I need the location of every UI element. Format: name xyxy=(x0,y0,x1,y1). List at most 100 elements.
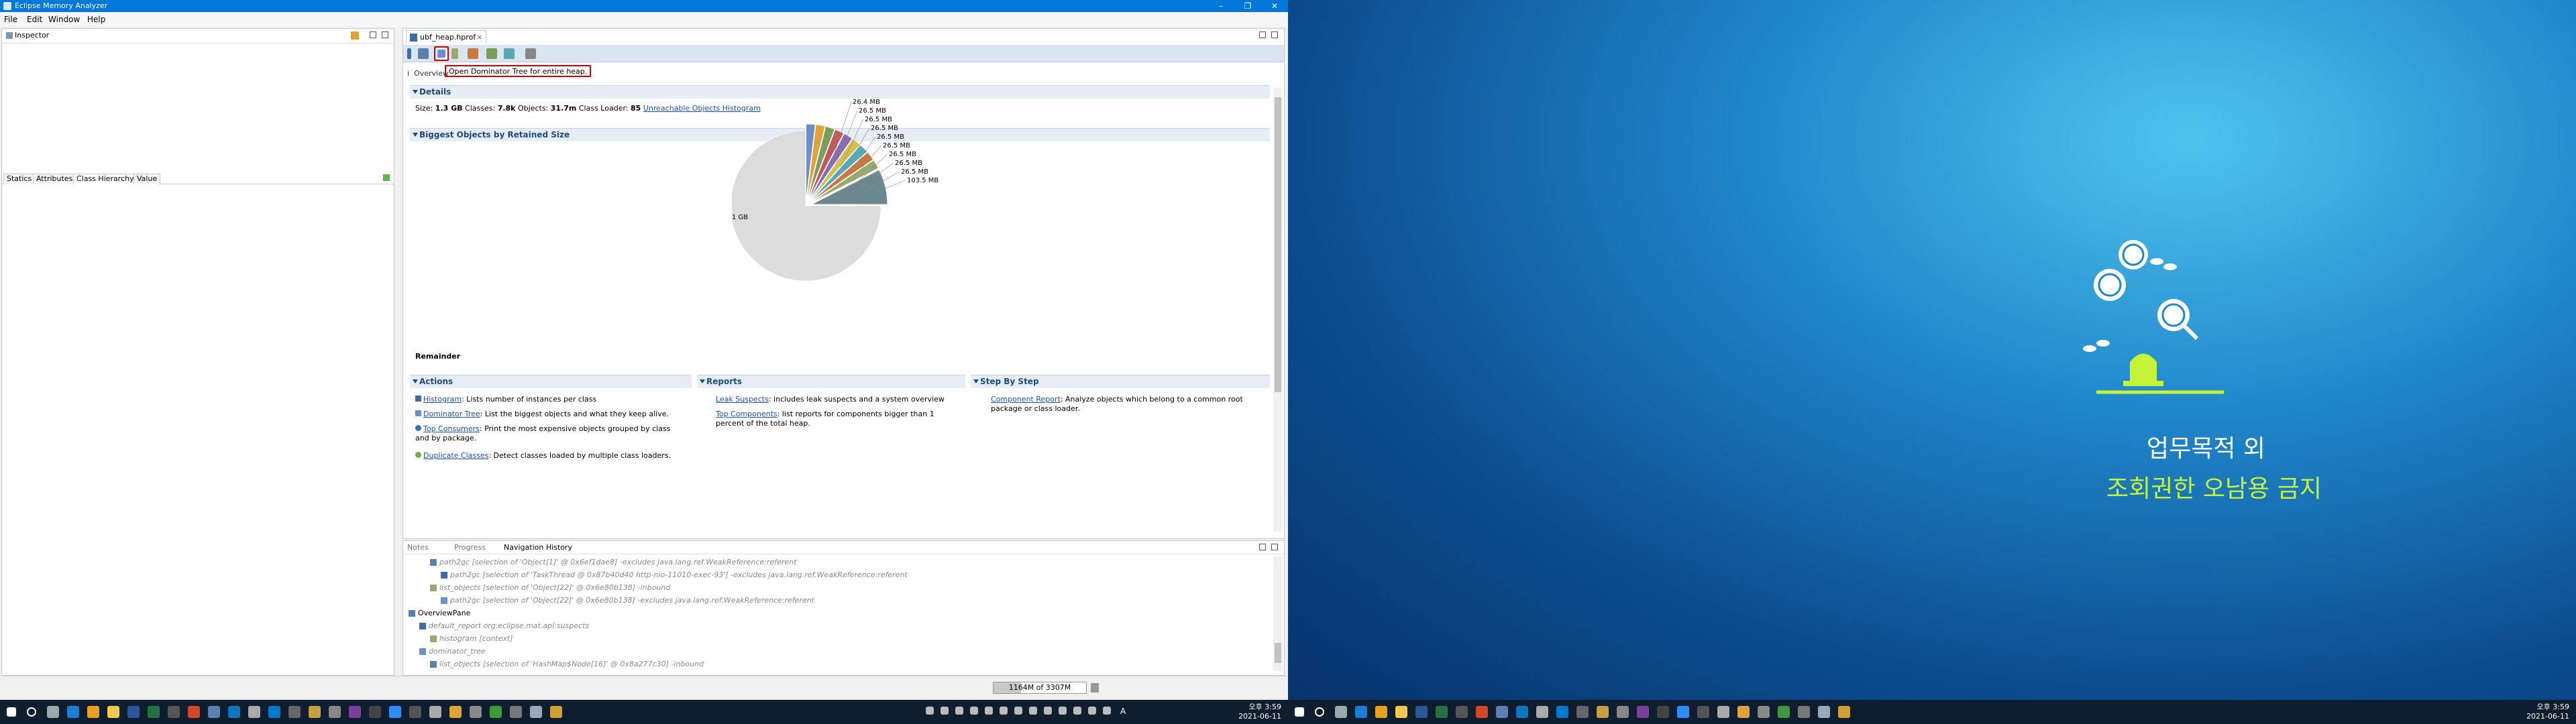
garbage-collect-icon[interactable] xyxy=(1091,683,1099,692)
start-icon[interactable] xyxy=(1295,707,1304,717)
sql-icon[interactable] xyxy=(451,48,458,59)
app-icon[interactable] xyxy=(1737,706,1750,718)
nav-history-item[interactable]: path2gc [selection of 'TaskThread @ 0x87… xyxy=(441,570,908,581)
heap-status[interactable]: 1164M of 3307M xyxy=(993,682,1087,694)
app-icon[interactable] xyxy=(329,706,341,718)
eclipse-mat-icon[interactable] xyxy=(1838,706,1850,718)
maximize-view-icon[interactable] xyxy=(382,32,388,38)
start-icon[interactable] xyxy=(7,707,16,717)
ime-indicator[interactable]: A xyxy=(1120,707,1126,716)
tray-icon[interactable] xyxy=(1014,707,1022,715)
editor-maximize-icon[interactable] xyxy=(1271,32,1278,38)
app-icon[interactable] xyxy=(1697,706,1709,718)
volume-icon[interactable] xyxy=(1103,707,1111,715)
component-report-link[interactable]: Component Report xyxy=(991,395,1061,404)
app-icon[interactable] xyxy=(248,706,260,718)
search-icon[interactable] xyxy=(27,707,36,717)
search-icon[interactable] xyxy=(525,48,536,59)
file-explorer-icon[interactable] xyxy=(107,706,119,718)
inspector-tab[interactable]: Inspector xyxy=(2,29,49,42)
tray-icon[interactable] xyxy=(1073,707,1081,715)
editor-minimize-icon[interactable] xyxy=(1259,32,1266,38)
app-icon[interactable] xyxy=(389,706,401,718)
tray-icon[interactable] xyxy=(1059,707,1067,715)
minimize-view-icon[interactable] xyxy=(370,32,376,38)
menu-file[interactable]: File xyxy=(4,15,17,24)
app-icon[interactable] xyxy=(449,706,462,718)
app-icon[interactable] xyxy=(349,706,361,718)
menu-edit[interactable]: Edit xyxy=(27,15,42,24)
app-icon[interactable] xyxy=(409,706,421,718)
top-components-link[interactable]: Top Components xyxy=(716,410,777,418)
app-icon[interactable] xyxy=(1496,706,1508,718)
powerpoint-icon[interactable] xyxy=(1476,706,1488,718)
clock[interactable]: 오후 3:59 2021-06-11 xyxy=(1221,703,1281,721)
chrome-icon[interactable] xyxy=(1375,706,1387,718)
app-icon[interactable] xyxy=(208,706,220,718)
nav-history-item[interactable]: list_objects [selection of 'HashMap$Node… xyxy=(430,659,704,670)
tray-icon[interactable] xyxy=(1044,707,1052,715)
powerpoint-icon[interactable] xyxy=(188,706,200,718)
duplicate-classes-link[interactable]: Duplicate Classes xyxy=(423,451,488,460)
app-icon[interactable] xyxy=(1456,706,1468,718)
nav-minimize-icon[interactable] xyxy=(1259,544,1266,550)
menu-window[interactable]: Window xyxy=(48,15,80,24)
network-icon[interactable] xyxy=(1088,707,1096,715)
nav-history-item[interactable]: dominator_tree xyxy=(419,646,486,657)
excel-icon[interactable] xyxy=(1436,706,1448,718)
edit-icon[interactable] xyxy=(383,174,390,181)
pin-icon[interactable] xyxy=(351,32,359,40)
tab-class-hierarchy[interactable]: Class Hierarchy xyxy=(73,174,138,184)
file-explorer-icon[interactable] xyxy=(1395,706,1407,718)
histogram-link[interactable]: Histogram xyxy=(423,395,462,404)
app-icon[interactable] xyxy=(1717,706,1729,718)
reports-header[interactable]: Reports xyxy=(697,375,965,388)
tab-attributes[interactable]: Attributes xyxy=(33,174,76,184)
app-icon[interactable] xyxy=(1758,706,1770,718)
nav-history-item[interactable]: histogram [context] xyxy=(430,634,513,644)
close-tab-icon[interactable]: × xyxy=(476,31,482,44)
clock[interactable]: 오후 3:59 2021-06-11 xyxy=(2509,703,2569,721)
nav-history-item[interactable]: list_objects [selection of 'Object[22]' … xyxy=(430,583,670,593)
tray-icon[interactable] xyxy=(985,707,993,715)
actions-header[interactable]: Actions xyxy=(410,375,692,388)
tray-icon[interactable] xyxy=(941,707,949,715)
tray-icon[interactable] xyxy=(926,707,934,715)
vertical-scrollbar[interactable] xyxy=(1273,88,1283,532)
leak-suspects-icon[interactable] xyxy=(468,48,478,59)
nav-history-item[interactable]: path2gc [selection of 'Object[1]' @ 0x6e… xyxy=(430,557,796,568)
excel-icon[interactable] xyxy=(148,706,160,718)
step-by-step-header[interactable]: Step By Step xyxy=(971,375,1270,388)
eclipse-mat-icon[interactable] xyxy=(550,706,562,718)
tray-icon[interactable] xyxy=(1000,707,1008,715)
nav-history-item[interactable]: path2gc [selection of 'Object[22]' @ 0x6… xyxy=(441,595,814,606)
edge-icon[interactable] xyxy=(67,706,79,718)
tab-statics[interactable]: Statics xyxy=(3,174,36,184)
app-icon[interactable] xyxy=(168,706,180,718)
app-icon[interactable] xyxy=(1516,706,1528,718)
system-tray[interactable]: A xyxy=(926,707,1147,717)
dominator-tree-link[interactable]: Dominator Tree xyxy=(423,410,480,418)
app-icon[interactable] xyxy=(470,706,482,718)
scrollbar-thumb[interactable] xyxy=(1275,97,1281,392)
nav-history-item[interactable]: OverviewPane xyxy=(409,608,470,619)
app-icon[interactable] xyxy=(1576,706,1589,718)
app-icon[interactable] xyxy=(1818,706,1830,718)
app-icon[interactable] xyxy=(1617,706,1629,718)
search-icon[interactable] xyxy=(1315,707,1324,717)
tray-icon[interactable] xyxy=(970,707,978,715)
minimize-button[interactable]: – xyxy=(1208,0,1234,12)
tab-notes[interactable]: Notes xyxy=(407,543,429,552)
vscode-icon[interactable] xyxy=(1556,706,1568,718)
tray-icon[interactable] xyxy=(1029,707,1037,715)
top-consumers-link[interactable]: Top Consumers xyxy=(423,424,480,433)
app-icon[interactable] xyxy=(1637,706,1649,718)
app-icon[interactable] xyxy=(1798,706,1810,718)
edge-icon[interactable] xyxy=(1355,706,1367,718)
tab-navigation-history[interactable]: Navigation History xyxy=(504,543,572,552)
info-icon[interactable] xyxy=(407,48,411,59)
app-icon[interactable] xyxy=(369,706,381,718)
nav-history-item[interactable]: default_report org.eclipse.mat.api:suspe… xyxy=(419,621,589,631)
app-icon[interactable] xyxy=(1677,706,1689,718)
nav-maximize-icon[interactable] xyxy=(1271,544,1278,550)
